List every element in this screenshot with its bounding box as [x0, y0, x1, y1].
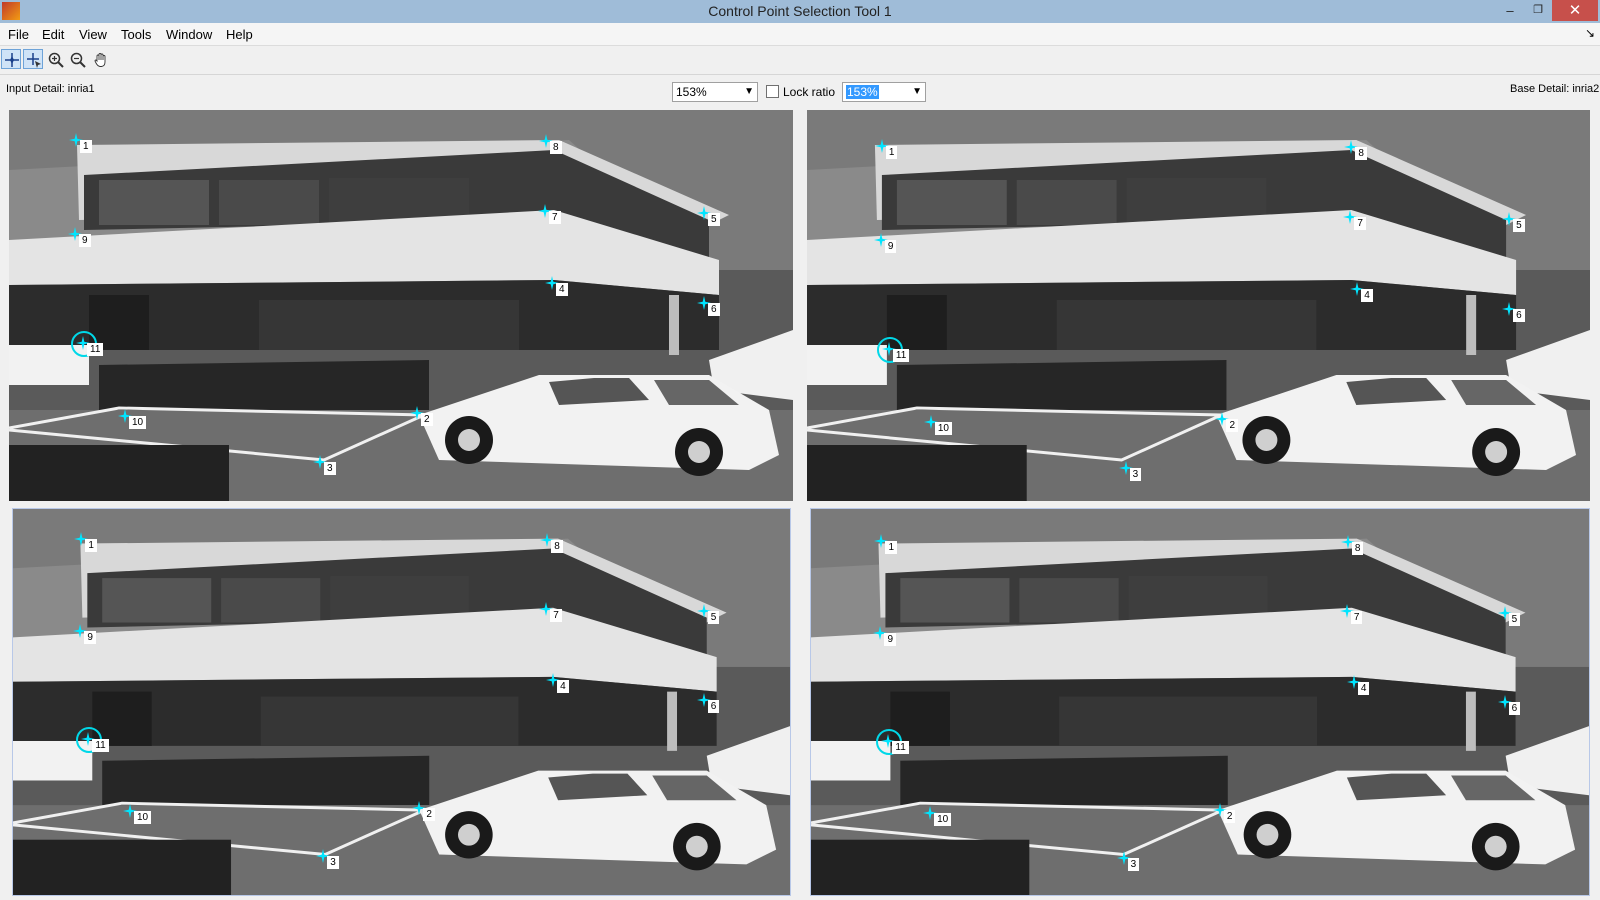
- point-label: 4: [1361, 289, 1373, 302]
- menu-help[interactable]: Help: [226, 27, 253, 42]
- point-label: 5: [708, 213, 720, 226]
- dock-arrow-icon[interactable]: ↘: [1585, 26, 1595, 40]
- input-overview-pane[interactable]: 1 2 3 4 5 6 7 8 9 10 11: [12, 508, 791, 896]
- point-label: 10: [934, 813, 952, 827]
- point-label: 11: [87, 343, 104, 356]
- point-label: 10: [934, 422, 952, 435]
- point-label: 10: [129, 416, 147, 429]
- point-label: 5: [707, 610, 720, 624]
- base-detail-pane[interactable]: 1 2 3 4 5 6 7 8 9 10 11: [807, 110, 1590, 501]
- zoom-out-icon[interactable]: [67, 49, 87, 69]
- point-label: 2: [421, 413, 433, 426]
- point-label: 7: [1350, 610, 1363, 624]
- lock-ratio-label: Lock ratio: [783, 85, 836, 99]
- point-label: 1: [885, 540, 898, 554]
- maximize-button[interactable]: ❐: [1524, 0, 1552, 21]
- base-overview-pane[interactable]: 1 2 3 4 5 6 7 8 9 10 11: [810, 508, 1590, 896]
- point-label: 9: [884, 240, 897, 253]
- point-label: 3: [1129, 468, 1142, 481]
- point-label: 9: [84, 631, 96, 645]
- point-label: 5: [1508, 612, 1521, 626]
- point-label: 1: [885, 146, 898, 159]
- title-bar: Control Point Selection Tool 1 – ❐ ✕: [0, 0, 1600, 23]
- input-detail-label: Input Detail: inria1: [6, 83, 95, 95]
- point-label: 8: [551, 539, 563, 553]
- menu-edit[interactable]: Edit: [42, 27, 64, 42]
- point-label: 8: [550, 141, 562, 154]
- scene-image: [13, 509, 790, 895]
- menu-window[interactable]: Window: [166, 27, 212, 42]
- point-label: 8: [1351, 541, 1364, 555]
- point-label: 2: [1226, 419, 1239, 432]
- point-label: 9: [884, 633, 897, 647]
- status-strip: [0, 896, 1600, 900]
- close-button[interactable]: ✕: [1552, 0, 1598, 21]
- input-zoom-value: 153%: [676, 85, 707, 99]
- point-label: 5: [1513, 219, 1525, 232]
- point-label: 6: [707, 699, 720, 713]
- input-detail-pane[interactable]: 1 2 3 4 5 6 7 8 9 10 11: [9, 110, 793, 501]
- point-label: 2: [1223, 810, 1236, 824]
- chevron-down-icon: ▼: [744, 86, 754, 97]
- menu-file[interactable]: File: [8, 27, 29, 42]
- point-label: 1: [85, 538, 97, 552]
- zoom-in-icon[interactable]: [45, 49, 65, 69]
- point-label: 2: [423, 808, 435, 822]
- base-zoom-select[interactable]: 153% ▼: [842, 82, 926, 102]
- chevron-down-icon: ▼: [912, 86, 922, 97]
- pan-hand-icon[interactable]: [90, 49, 110, 69]
- point-label: 6: [1513, 309, 1525, 322]
- point-label: 4: [557, 679, 569, 693]
- point-label: 10: [133, 811, 152, 825]
- scene-image: [811, 509, 1589, 895]
- toolbar: [0, 46, 1600, 75]
- add-point-icon[interactable]: [1, 49, 21, 69]
- lock-ratio-checkbox[interactable]: [766, 85, 779, 98]
- point-label: 7: [550, 608, 562, 622]
- point-label: 3: [324, 462, 336, 475]
- point-label: 3: [327, 856, 339, 870]
- scene-image: [807, 110, 1590, 501]
- menu-view[interactable]: View: [79, 27, 107, 42]
- minimize-button[interactable]: –: [1496, 0, 1524, 21]
- point-label: 11: [892, 349, 910, 362]
- point-label: 3: [1127, 858, 1140, 872]
- point-label: 7: [1354, 217, 1366, 230]
- point-label: 4: [556, 283, 568, 296]
- base-zoom-value: 153%: [846, 85, 879, 99]
- point-label: 7: [549, 211, 561, 224]
- point-label: 11: [892, 741, 909, 755]
- scene-image: [9, 110, 793, 501]
- point-label: 4: [1357, 681, 1370, 695]
- point-label: 6: [708, 303, 720, 316]
- point-label: 11: [92, 739, 109, 753]
- menu-tools[interactable]: Tools: [121, 27, 151, 42]
- point-label: 8: [1355, 147, 1367, 160]
- base-detail-label: Base Detail: inria2: [1510, 83, 1600, 95]
- point-label: 9: [79, 234, 91, 247]
- select-point-icon[interactable]: [23, 49, 43, 69]
- point-label: 6: [1508, 701, 1521, 715]
- detail-info-bar: Input Detail: inria1 153% ▼ Lock ratio 1…: [0, 75, 1600, 108]
- menu-bar: File Edit View Tools Window Help ↘: [0, 23, 1600, 46]
- window-title: Control Point Selection Tool 1: [708, 3, 892, 19]
- input-zoom-select[interactable]: 153% ▼: [672, 82, 758, 102]
- point-label: 1: [80, 140, 92, 153]
